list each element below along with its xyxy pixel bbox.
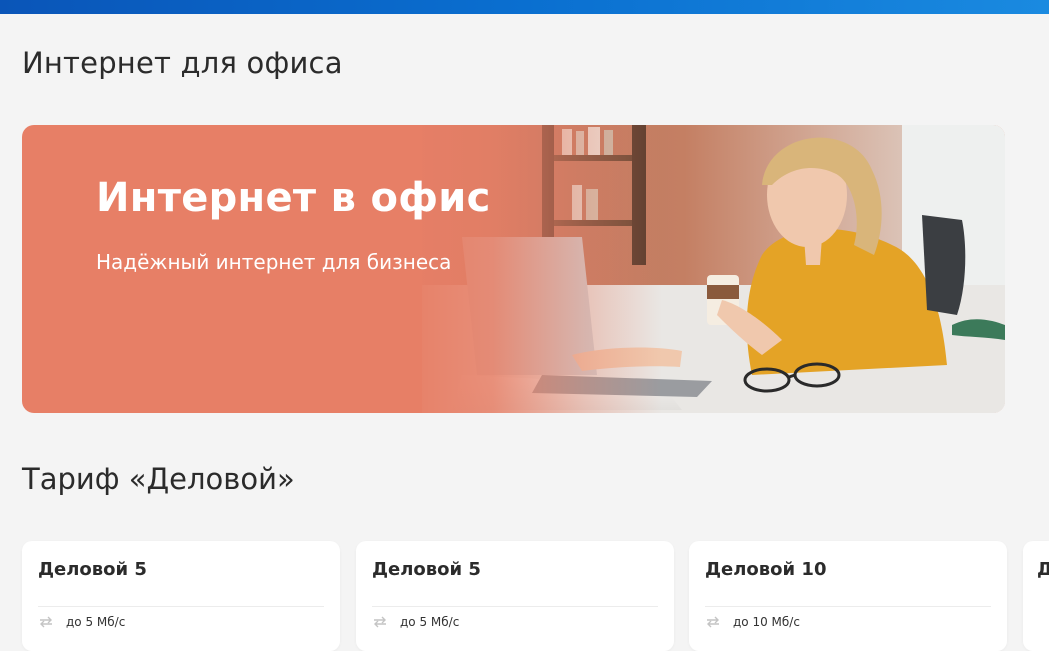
hero-banner[interactable]: Интернет в офис Надёжный интернет для би…: [22, 125, 1005, 413]
transfer-arrows-icon: [374, 616, 386, 628]
card-divider: [705, 606, 991, 607]
card-divider: [372, 606, 658, 607]
transfer-arrows-icon: [40, 616, 52, 628]
tariff-speed-row: до 5 Мб/с: [38, 615, 125, 629]
tariff-speed: до 10 Мб/с: [733, 615, 800, 629]
tariff-card-name: Деловой 10: [705, 559, 827, 580]
section-title: Тариф «Деловой»: [22, 462, 295, 496]
transfer-arrows-icon: [707, 616, 719, 628]
tariff-speed-row: до 5 Мб/с: [372, 615, 459, 629]
page-title: Интернет для офиса: [22, 46, 343, 80]
hero-subtitle: Надёжный интернет для бизнеса: [96, 250, 452, 274]
top-bar: [0, 0, 1049, 14]
tariff-speed-row: до 10 Мб/с: [705, 615, 800, 629]
tariff-speed: до 5 Мб/с: [400, 615, 460, 629]
hero-title: Интернет в офис: [96, 175, 491, 221]
tariff-card-name: Деловой 5: [38, 559, 147, 580]
tariff-speed: до 5 Мб/с: [66, 615, 126, 629]
card-divider: [38, 606, 324, 607]
tariff-card-name: Деловой 5: [372, 559, 481, 580]
tariff-card-name: Д: [1037, 559, 1049, 580]
